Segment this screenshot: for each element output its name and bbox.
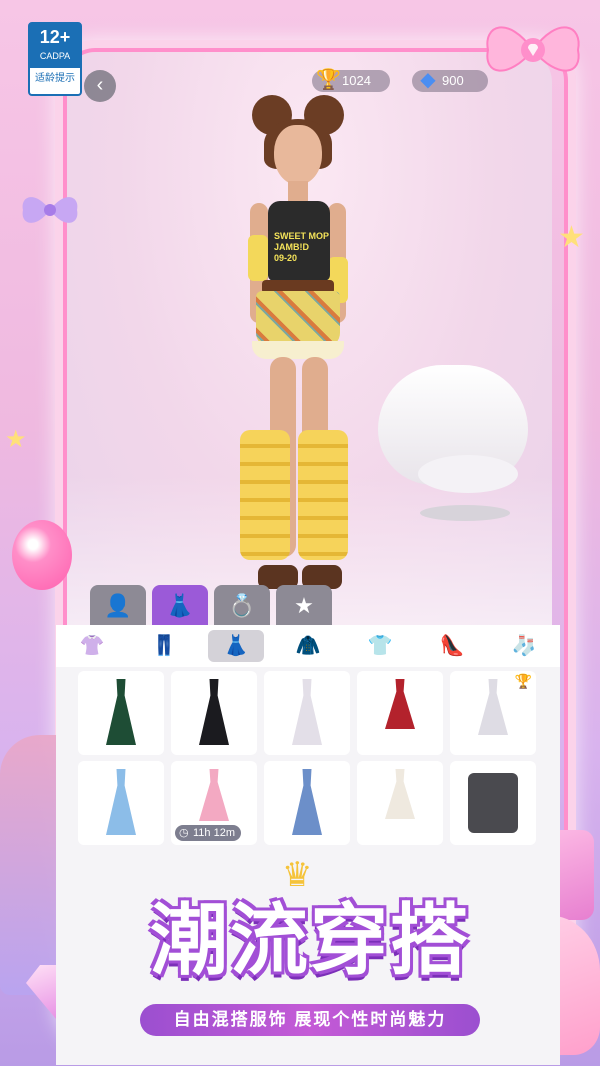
trophy-counter: 🏆 1024 — [312, 69, 390, 92]
tab-effects[interactable]: ★ — [276, 585, 332, 627]
wardrobe-panel: 👚 👖 👗 🧥 👕 👠 🧦 🏆 11h 12m — [56, 625, 560, 1065]
age-rating: 12+ — [39, 27, 71, 47]
green-gown-image — [106, 679, 136, 745]
item-red-mini-dress[interactable] — [357, 671, 443, 755]
subtab-pants[interactable]: 👖 — [128, 625, 200, 667]
subtab-socks[interactable]: 🧦 — [488, 625, 560, 667]
item-grid: 🏆 11h 12m — [78, 671, 548, 845]
white-star-dress-image — [385, 769, 415, 819]
star-decoration: ★ — [558, 221, 585, 254]
pink-bow-decoration — [478, 15, 588, 85]
banner-subtitle: 自由混搭服饰 展现个性时尚魅力 — [140, 1004, 480, 1036]
trophy-icon: 🏆 — [514, 673, 532, 689]
item-white-star-dress[interactable] — [357, 761, 443, 845]
item-blue-ball-gown[interactable] — [78, 761, 164, 845]
subtab-tops[interactable]: 👚 — [56, 625, 128, 667]
age-rating-badge: 12+ CADPA 适龄提示 — [28, 22, 82, 96]
subtab-outerwear[interactable]: 👕 — [344, 625, 416, 667]
subtab-jackets[interactable]: 🧥 — [272, 625, 344, 667]
tab-accessory[interactable]: 💍 — [214, 585, 270, 627]
pink-gown-image — [199, 769, 229, 821]
tab-clothing[interactable]: 👗 — [152, 585, 208, 627]
age-label: 适龄提示 — [35, 73, 75, 84]
item-grey-blazer[interactable] — [450, 761, 536, 845]
character-model[interactable]: SWEET MOP JAMB!D 09-20 — [232, 95, 362, 595]
trophy-icon: 🏆 — [316, 69, 341, 91]
trophy-count: 1024 — [342, 73, 371, 88]
item-black-bow-gown[interactable] — [171, 671, 257, 755]
pink-balloon-decoration — [12, 520, 72, 590]
category-tabs: 👤 👗 💍 ★ — [90, 585, 332, 627]
diamond-icon: ◆ — [420, 69, 436, 91]
socks-icon: 🧦 — [511, 635, 537, 657]
jacket-icon: 🧥 — [295, 635, 321, 657]
right-leg-warmer — [298, 430, 348, 560]
tab-face[interactable]: 👤 — [90, 585, 146, 627]
left-glove — [248, 235, 268, 281]
skirt-ruffle — [252, 341, 344, 359]
tank-top-icon: 👚 — [79, 635, 105, 657]
high-heel-icon: 👠 — [439, 635, 465, 657]
coat-icon: 👕 — [367, 635, 393, 657]
black-gown-image — [199, 679, 229, 745]
shirt-text: SWEET MOP JAMB!D 09-20 — [274, 231, 330, 263]
person-icon: 👤 — [104, 593, 132, 618]
head — [274, 125, 322, 185]
chevron-left-icon: ‹ — [96, 74, 104, 96]
white-dress-image — [478, 679, 508, 735]
blue-dress-image — [292, 769, 322, 835]
plaid-skirt — [256, 291, 340, 347]
left-leg-warmer — [240, 430, 290, 560]
dress-icon: 👗 — [166, 593, 194, 618]
gem-count: 900 — [442, 73, 464, 88]
star-icon: ★ — [294, 593, 314, 618]
purple-bow-decoration — [20, 190, 80, 230]
item-white-draped-dress[interactable]: 🏆 — [450, 671, 536, 755]
rental-timer: 11h 12m — [175, 825, 241, 841]
subtab-shoes[interactable]: 👠 — [416, 625, 488, 667]
neck — [288, 181, 308, 203]
subtab-dresses[interactable]: 👗 — [200, 625, 272, 667]
dress-icon: 👗 — [208, 630, 264, 662]
rating-org: CADPA — [39, 51, 71, 61]
blue-gown-image — [106, 769, 136, 835]
blazer-image — [468, 773, 518, 833]
white-gown-image — [292, 679, 322, 745]
item-pink-ruffle-gown[interactable]: 11h 12m — [171, 761, 257, 845]
chair-seat — [418, 455, 518, 493]
back-button[interactable]: ‹ — [84, 70, 116, 102]
star-decoration: ★ — [5, 426, 27, 453]
chair-base — [420, 505, 510, 521]
clothing-subtabs: 👚 👖 👗 🧥 👕 👠 🧦 — [56, 625, 560, 667]
banner-title: 潮流穿搭 — [149, 896, 470, 986]
ring-icon: 💍 — [228, 593, 256, 618]
gem-counter: ◆ 900 — [412, 69, 488, 92]
item-green-gown[interactable] — [78, 671, 164, 755]
item-blue-cutout-dress[interactable] — [264, 761, 350, 845]
item-white-mermaid-gown[interactable] — [264, 671, 350, 755]
pants-icon: 👖 — [151, 635, 177, 657]
red-dress-image — [385, 679, 415, 729]
graphic-top: SWEET MOP JAMB!D 09-20 — [268, 201, 330, 281]
